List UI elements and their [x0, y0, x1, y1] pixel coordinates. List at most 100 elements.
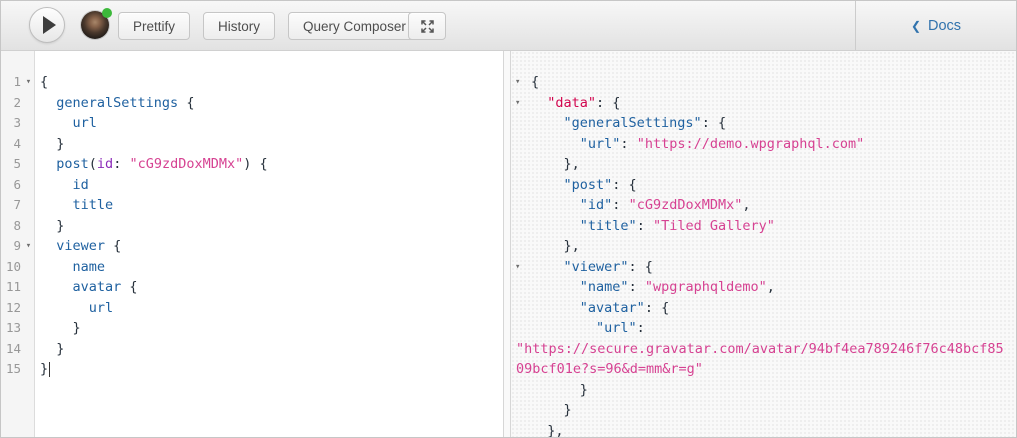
code-token-prop: url — [73, 115, 97, 131]
line-number: 13 — [1, 318, 22, 339]
code-token-prop: avatar — [73, 279, 122, 295]
code-token-prop: "url" — [596, 320, 637, 336]
line-number: 14 — [1, 339, 22, 360]
code-token-def: "data" — [547, 95, 596, 111]
fold-arrow-icon[interactable]: ▾ — [22, 236, 35, 257]
code-token-punc: }, — [564, 156, 580, 172]
fold-gutter-spacer — [22, 257, 35, 278]
line-number: 1 — [1, 72, 22, 93]
code-token-ws — [531, 156, 564, 172]
code-token-punc: } — [56, 341, 64, 357]
code-line: } — [511, 380, 1016, 401]
line-number: 8 — [1, 216, 22, 237]
code-token-attr: id — [97, 156, 113, 172]
code-line: 4 } — [1, 134, 503, 155]
line-number: 15 — [1, 359, 22, 380]
code-token-prop: "url" — [580, 136, 621, 152]
line-number: 3 — [1, 113, 22, 134]
code-token-punc: } — [56, 136, 64, 152]
fold-gutter-spacer — [22, 154, 35, 175]
code-token-ws — [531, 197, 580, 213]
fold-arrow-icon[interactable]: ▾ — [22, 72, 35, 93]
code-text: } — [35, 318, 81, 339]
code-token-punc: { — [105, 238, 121, 254]
result-json: ▾{▾ "data": { "generalSettings": { "url"… — [511, 72, 1016, 437]
code-text: generalSettings { — [35, 93, 194, 114]
code-token-punc: { — [531, 74, 539, 90]
code-token-ws — [531, 300, 580, 316]
code-token-punc: : { — [645, 300, 669, 316]
code-token-punc: : — [612, 197, 628, 213]
fullscreen-icon — [420, 19, 435, 34]
code-token-punc: , — [742, 197, 750, 213]
graphiql-app: Prettify History Query Composer ❮ Docs 1… — [0, 0, 1017, 438]
code-token-punc: : { — [702, 115, 726, 131]
execute-query-button[interactable] — [29, 7, 65, 43]
code-line: 09bcf01e?s=96&d=mm&r=g" — [511, 359, 1016, 380]
code-token-prop: "name" — [580, 279, 629, 295]
code-token-ws — [40, 156, 56, 172]
code-token-str: "Tiled Gallery" — [653, 218, 775, 234]
code-line: }, — [511, 154, 1016, 175]
code-text: name — [35, 257, 105, 278]
code-token-ws — [531, 218, 580, 234]
code-token-ws — [531, 382, 580, 398]
code-line: ▾ "data": { — [511, 93, 1016, 114]
code-token-punc: } — [580, 382, 588, 398]
toolbar: Prettify History Query Composer ❮ Docs — [1, 1, 1016, 51]
code-token-prop: "avatar" — [580, 300, 645, 316]
query-editor-pane[interactable]: 1▾{2 generalSettings {3 url4 }5 post(id:… — [1, 51, 504, 437]
query-composer-button[interactable]: Query Composer — [288, 12, 421, 40]
fold-gutter-spacer — [22, 134, 35, 155]
code-token-ws — [531, 115, 564, 131]
code-token-ws — [531, 402, 564, 418]
text-cursor — [49, 362, 50, 377]
fold-arrow-icon[interactable]: ▾ — [515, 72, 520, 93]
code-token-punc: } — [56, 218, 64, 234]
history-button[interactable]: History — [203, 12, 275, 40]
code-token-ws — [40, 238, 56, 254]
code-token-punc: : — [620, 136, 636, 152]
line-number: 2 — [1, 93, 22, 114]
code-line: 13 } — [1, 318, 503, 339]
code-line: "url": — [511, 318, 1016, 339]
line-number: 6 — [1, 175, 22, 196]
code-token-punc: : — [637, 320, 645, 336]
fold-arrow-icon[interactable]: ▾ — [515, 257, 520, 278]
line-number: 10 — [1, 257, 22, 278]
user-avatar[interactable] — [81, 11, 109, 39]
code-token-ws — [531, 423, 547, 438]
code-line: 5 post(id: "cG9zdDoxMDMx") { — [1, 154, 503, 175]
code-token-punc: { — [40, 74, 48, 90]
code-line: 2 generalSettings { — [1, 93, 503, 114]
code-line: 11 avatar { — [1, 277, 503, 298]
fold-arrow-icon[interactable]: ▾ — [515, 93, 520, 114]
result-viewer-pane: ▾{▾ "data": { "generalSettings": { "url"… — [511, 51, 1016, 437]
line-number: 5 — [1, 154, 22, 175]
fold-gutter-spacer — [22, 195, 35, 216]
pane-divider[interactable] — [504, 51, 511, 437]
code-token-ws — [531, 259, 564, 275]
code-token-ws — [531, 95, 547, 111]
code-line: 8 } — [1, 216, 503, 237]
fullscreen-button[interactable] — [408, 12, 446, 40]
code-token-ws — [531, 279, 580, 295]
docs-panel-toggle[interactable]: ❮ Docs — [855, 1, 1016, 50]
code-token-ws — [40, 95, 56, 111]
code-line: 7 title — [1, 195, 503, 216]
code-line: } — [511, 400, 1016, 421]
code-token-prop: id — [73, 177, 89, 193]
prettify-button[interactable]: Prettify — [118, 12, 190, 40]
online-status-icon — [102, 8, 112, 18]
code-token-prop: title — [73, 197, 114, 213]
code-line: 15} — [1, 359, 503, 380]
code-token-prop: url — [89, 300, 113, 316]
toolbar-buttons: Prettify History Query Composer — [118, 12, 421, 40]
code-token-prop: "title" — [580, 218, 637, 234]
code-token-prop: "id" — [580, 197, 613, 213]
code-line: "name": "wpgraphqldemo", — [511, 277, 1016, 298]
code-token-ws — [40, 279, 73, 295]
code-token-ws — [531, 238, 564, 254]
code-token-punc: ( — [89, 156, 97, 172]
code-token-str: "https://secure.gravatar.com/avatar/94bf… — [516, 341, 1004, 357]
